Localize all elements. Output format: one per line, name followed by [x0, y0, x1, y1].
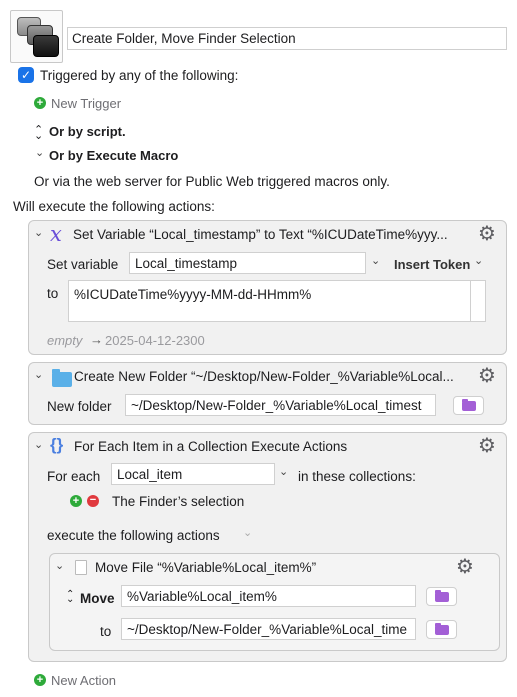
collapse-chevron-icon[interactable]: ⌄ [34, 368, 43, 381]
collections-label: in these collections: [298, 469, 416, 484]
to-label: to [47, 286, 59, 301]
destination-field[interactable]: ~/Desktop/New-Folder_%Variable%Local_tim… [121, 618, 416, 640]
macro-name-field[interactable]: Create Folder, Move Finder Selection [67, 27, 507, 50]
preview-empty: empty [47, 333, 83, 348]
remove-collection-icon[interactable]: − [87, 495, 99, 507]
variable-dropdown-icon[interactable]: ⌄ [371, 254, 380, 267]
to-label: to [100, 624, 112, 639]
purple-folder-icon [435, 623, 449, 635]
window-icon-front [33, 35, 59, 57]
preview-result: 2025-04-12-2300 [105, 333, 205, 348]
add-collection-icon[interactable]: + [70, 495, 82, 507]
file-icon [75, 560, 87, 575]
collapse-chevron-icon[interactable]: ⌄ [34, 226, 43, 239]
gear-icon[interactable]: ⚙ [455, 557, 475, 577]
execute-chevron-icon[interactable]: ⌄ [243, 526, 252, 539]
collapse-chevron-icon[interactable]: ⌄ [55, 559, 64, 572]
new-trigger-link[interactable]: New Trigger [51, 96, 121, 111]
curly-braces-icon: {} [50, 435, 64, 454]
set-variable-label: Set variable [47, 257, 119, 272]
action-title: Create New Folder “~/Desktop/New-Folder_… [74, 369, 454, 384]
updown-chevron-icon-lower: ⌄ [66, 594, 75, 605]
choose-destination-button[interactable] [426, 620, 457, 639]
gear-icon[interactable]: ⚙ [477, 366, 497, 386]
action-title: Move File “%Variable%Local_item%” [95, 560, 317, 575]
collapse-chevron-icon[interactable]: ⌄ [34, 438, 43, 451]
triggered-checkbox[interactable]: ✓ [18, 67, 34, 83]
item-variable-field[interactable]: Local_item [111, 463, 275, 485]
add-action-icon[interactable]: + [34, 674, 46, 686]
actions-heading: Will execute the following actions: [13, 199, 215, 214]
or-by-script[interactable]: Or by script. [49, 124, 126, 139]
source-file-field[interactable]: %Variable%Local_item% [121, 585, 416, 607]
for-each-action[interactable]: ⌄ {} For Each Item in a Collection Execu… [28, 432, 507, 662]
add-trigger-icon[interactable]: + [34, 97, 46, 109]
arrow-right-icon: → [90, 332, 103, 347]
move-file-action[interactable]: ⌄ Move File “%Variable%Local_item%” ⚙ ⌃ … [49, 553, 500, 651]
choose-source-button[interactable] [426, 587, 457, 606]
move-mode-popup[interactable]: Move [80, 591, 115, 606]
new-action-link[interactable]: New Action [51, 673, 116, 688]
action-title: Set Variable “Local_timestamp” to Text “… [73, 227, 448, 242]
execute-label: execute the following actions [47, 528, 220, 543]
variable-x-icon: 𝑥 [50, 222, 62, 246]
insert-token-button[interactable]: Insert Token [394, 257, 470, 272]
purple-folder-icon [435, 590, 449, 602]
macro-icon[interactable] [10, 10, 63, 63]
new-folder-path-field[interactable]: ~/Desktop/New-Folder_%Variable%Local_tim… [125, 394, 436, 416]
choose-folder-button[interactable] [453, 396, 484, 415]
chevron-down-icon[interactable]: ⌄ [35, 146, 44, 159]
updown-chevron-icon-lower: ⌄ [34, 130, 44, 142]
for-each-label: For each [47, 469, 101, 484]
variable-name-field[interactable]: Local_timestamp [129, 252, 366, 274]
new-folder-label: New folder [47, 399, 112, 414]
web-server-note: Or via the web server for Public Web tri… [34, 174, 390, 189]
text-value-field[interactable]: %ICUDateTime%yyyy-MM-dd-HHmm% [68, 280, 486, 322]
gear-icon[interactable]: ⚙ [477, 224, 497, 244]
action-title: For Each Item in a Collection Execute Ac… [74, 439, 348, 454]
set-variable-action[interactable]: ⌄ 𝑥 Set Variable “Local_timestamp” to Te… [28, 220, 507, 355]
text-field-divider [470, 281, 471, 321]
create-folder-action[interactable]: ⌄ Create New Folder “~/Desktop/New-Folde… [28, 362, 507, 425]
folder-icon [52, 369, 72, 387]
triggered-label: Triggered by any of the following: [40, 68, 239, 83]
collection-item[interactable]: The Finder’s selection [112, 494, 244, 509]
insert-token-chevron-icon[interactable]: ⌄ [474, 254, 483, 267]
gear-icon[interactable]: ⚙ [477, 436, 497, 456]
or-by-execute-macro[interactable]: Or by Execute Macro [49, 148, 178, 163]
item-variable-dropdown-icon[interactable]: ⌄ [279, 465, 288, 478]
purple-folder-icon [462, 399, 476, 411]
